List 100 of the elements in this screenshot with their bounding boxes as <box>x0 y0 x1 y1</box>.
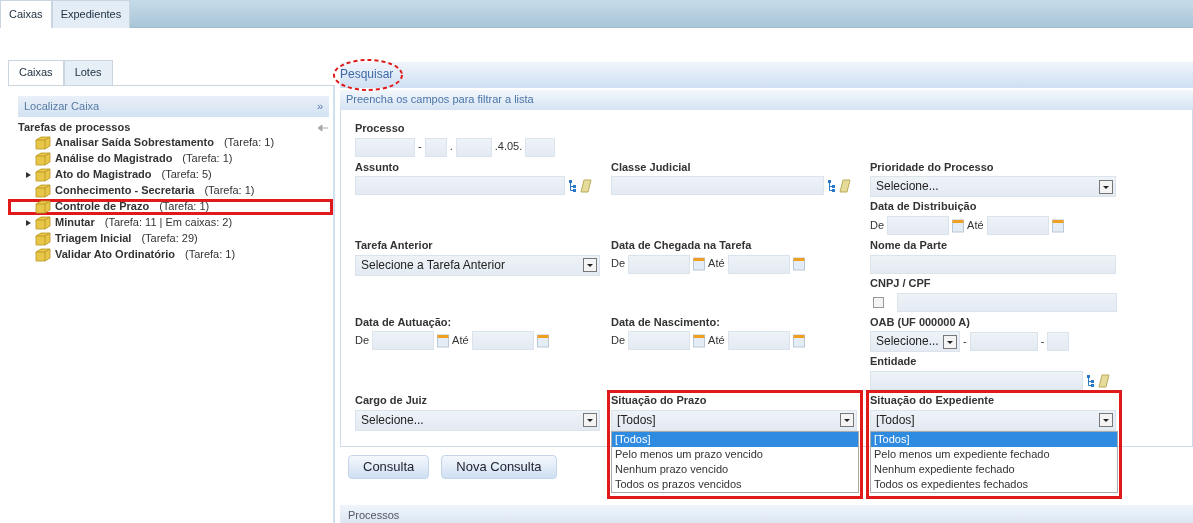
date-field[interactable] <box>727 254 790 274</box>
box-icon <box>35 232 51 246</box>
number-field[interactable] <box>424 137 447 157</box>
search-bar[interactable]: Localizar Caixa » <box>18 96 329 117</box>
field-label: Data de Distribuição <box>870 200 978 214</box>
select-value: Selecione... <box>876 334 939 350</box>
task-count: (Tarefa: 1) <box>223 136 275 150</box>
tree-item[interactable]: Validar Ato Ordinatório (Tarefa: 1) <box>8 247 333 263</box>
from-label: De <box>355 333 370 348</box>
caret-icon <box>583 258 597 273</box>
select-field[interactable]: Selecione... <box>870 331 960 353</box>
input-field[interactable] <box>611 176 824 196</box>
eraser-icon[interactable] <box>580 178 592 193</box>
field-label: Tarefa Anterior <box>355 239 434 253</box>
date-field[interactable] <box>986 216 1049 235</box>
task-count: (Tarefa: 1) <box>185 248 236 262</box>
to-label: Até <box>967 218 984 233</box>
task-count: (Tarefa: 1) <box>159 200 210 214</box>
date-field[interactable] <box>727 331 790 351</box>
calendar-icon <box>792 333 805 348</box>
tree-item[interactable]: Triagem Inicial (Tarefa: 29) <box>8 231 333 247</box>
number-field[interactable] <box>525 137 556 157</box>
calendar-icon <box>536 333 549 348</box>
results-title: Processos <box>348 509 400 523</box>
task-name: Análise do Magistrado <box>55 152 173 166</box>
field-label: OAB (UF 000000 A) <box>870 315 971 330</box>
input-field[interactable] <box>969 332 1038 352</box>
box-icon <box>35 216 51 230</box>
dropdown-option[interactable]: Pelo menos um prazo vencido <box>612 446 858 462</box>
calendar-icon <box>792 257 805 272</box>
date-field[interactable] <box>471 331 534 351</box>
task-count: (Tarefa: 29) <box>141 232 198 246</box>
dropdown-option[interactable]: [Todos] <box>871 431 1117 447</box>
tree-item[interactable]: Minutar (Tarefa: 11 | Em caixas: 2) <box>8 215 333 231</box>
field-label: Data de Chegada na Tarefa <box>611 239 753 253</box>
input-field[interactable] <box>355 176 565 196</box>
dropdown-option[interactable]: Todos os prazos vencidos <box>612 476 858 492</box>
collapse-icon[interactable] <box>317 124 329 132</box>
to-label: Até <box>708 333 725 348</box>
search-bar-label: Localizar Caixa <box>24 99 100 114</box>
task-name: Triagem Inicial <box>55 232 132 246</box>
number-field[interactable] <box>455 137 492 157</box>
field-label: CNPJ / CPF <box>870 276 932 291</box>
expand-icon[interactable] <box>26 220 31 226</box>
box-icon <box>35 200 51 214</box>
field-label: Processo <box>355 121 406 136</box>
caret-icon <box>840 413 854 428</box>
select-field[interactable]: Selecione a Tarefa Anterior <box>355 254 600 276</box>
select-field[interactable]: [Todos] <box>870 409 1116 431</box>
task-count: (Tarefa: 5) <box>161 168 212 182</box>
select-value: [Todos] <box>876 412 915 428</box>
dropdown-option[interactable]: Todos os expedientes fechados <box>871 476 1117 492</box>
date-field[interactable] <box>887 216 950 235</box>
dropdown-option[interactable]: Nenhum prazo vencido <box>612 461 858 477</box>
number-field[interactable] <box>355 137 415 157</box>
tree-item[interactable]: Analisar Saída Sobrestamento (Tarefa: 1) <box>8 135 333 151</box>
eraser-icon[interactable] <box>1098 373 1110 388</box>
hierarchy-icon[interactable] <box>827 178 836 193</box>
separator: - <box>1040 334 1045 349</box>
hierarchy-icon[interactable] <box>568 178 577 193</box>
tab[interactable]: Caixas <box>8 60 64 85</box>
caret-icon <box>943 334 957 349</box>
field-label: Entidade <box>870 355 918 369</box>
dropdown-option[interactable]: [Todos] <box>612 431 858 447</box>
input-field[interactable] <box>897 292 1117 312</box>
select-value: Selecione... <box>361 412 424 428</box>
tree-item[interactable]: Conhecimento - Secretaria (Tarefa: 1) <box>8 183 333 199</box>
caret-icon <box>1099 413 1113 428</box>
chevron-icon[interactable]: » <box>316 99 323 114</box>
field-label: Situação do Prazo <box>611 394 708 408</box>
hierarchy-icon[interactable] <box>1086 373 1095 388</box>
select-field[interactable]: Selecione... <box>355 409 600 431</box>
input-field[interactable] <box>870 371 1083 390</box>
tree-item[interactable]: Análise do Magistrado (Tarefa: 1) <box>8 151 333 167</box>
expand-icon[interactable] <box>26 172 31 178</box>
date-field[interactable] <box>628 331 691 351</box>
tab[interactable]: Expedientes <box>51 0 131 28</box>
query-button[interactable]: Consulta <box>348 455 430 480</box>
tab[interactable]: Lotes <box>63 60 113 85</box>
dropdown-option[interactable]: Nenhum expediente fechado <box>871 461 1117 477</box>
task-name: Controle de Prazo <box>55 200 150 214</box>
task-count: (Tarefa: 1) <box>182 152 233 166</box>
dropdown-option[interactable]: Pelo menos um expediente fechado <box>871 446 1117 462</box>
date-field[interactable] <box>372 331 435 351</box>
eraser-icon[interactable] <box>839 178 851 193</box>
input-field[interactable] <box>1047 332 1070 352</box>
checkbox[interactable] <box>873 296 884 308</box>
tree-item[interactable]: Controle de Prazo (Tarefa: 1) <box>8 199 333 215</box>
select-field[interactable]: [Todos] <box>611 409 857 431</box>
task-name: Ato do Magistrado <box>55 168 152 182</box>
caret-icon <box>583 413 597 428</box>
query-button[interactable]: Nova Consulta <box>441 455 557 480</box>
input-field[interactable] <box>870 254 1116 274</box>
select-field[interactable]: Selecione... <box>870 176 1116 198</box>
tree-item[interactable]: Ato do Magistrado (Tarefa: 5) <box>8 167 333 183</box>
calendar-icon <box>1051 218 1064 233</box>
tab[interactable]: Caixas <box>0 0 52 28</box>
separator: - <box>963 334 967 349</box>
date-field[interactable] <box>628 254 691 274</box>
search-title: Pesquisar <box>340 67 394 83</box>
